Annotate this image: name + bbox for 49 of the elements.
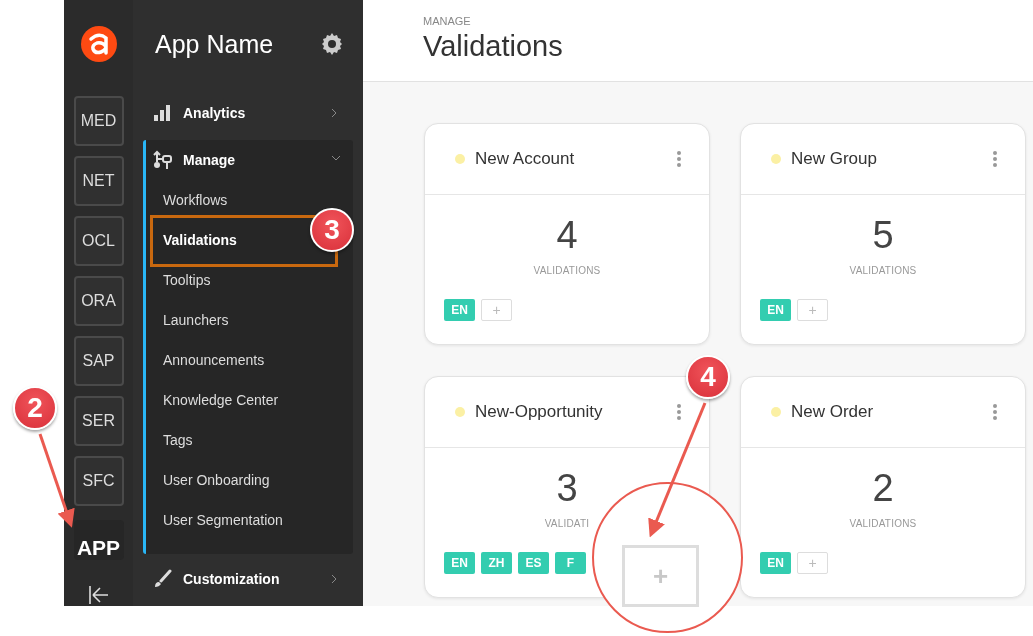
rail-item[interactable]: OCL [73, 216, 124, 266]
more-icon[interactable] [677, 151, 681, 167]
rail-item[interactable]: APP [73, 520, 124, 560]
status-dot [455, 407, 465, 417]
rail-item[interactable]: MED [73, 96, 124, 146]
rail-item[interactable]: NET [73, 156, 124, 206]
nav-item[interactable]: User Onboarding [163, 472, 270, 488]
more-icon[interactable] [677, 404, 681, 420]
card-title: New-Opportunity [475, 402, 604, 422]
count-label: VALIDATIONS [533, 265, 601, 276]
app-title: App Name [155, 29, 274, 59]
card-title: New Order [791, 402, 875, 422]
count-label: VALIDATIONS [849, 265, 917, 276]
rail-item[interactable]: SAP [73, 336, 124, 386]
rail-item[interactable]: SFC [73, 456, 124, 506]
card-title: New Group [791, 149, 878, 169]
validation-count: 2 [872, 466, 894, 510]
validation-count: 4 [556, 213, 578, 257]
rail-item[interactable]: ORA [73, 276, 124, 326]
breadcrumb: MANAGE [423, 15, 472, 27]
status-dot [771, 407, 781, 417]
logo-icon [80, 26, 117, 62]
count-label: VALIDATIONS [849, 518, 917, 529]
collapse-icon[interactable] [87, 584, 110, 606]
nav-item[interactable]: Validations [163, 232, 237, 248]
nav-item[interactable]: Launchers [163, 312, 229, 328]
status-dot [455, 154, 465, 164]
more-icon[interactable] [993, 151, 997, 167]
more-icon[interactable] [993, 404, 997, 420]
rail-item[interactable]: SER [73, 396, 124, 446]
nav-item[interactable]: User Segmentation [163, 512, 283, 528]
brush-icon [153, 569, 173, 589]
bar-chart-icon [153, 103, 173, 123]
settings-icon[interactable] [321, 32, 343, 56]
nav-item[interactable]: Tags [163, 432, 193, 448]
card-title: New Account [475, 149, 576, 169]
count-label: VALIDATI [544, 518, 590, 529]
status-dot [771, 154, 781, 164]
nav-item[interactable]: Knowledge Center [163, 392, 279, 408]
flow-icon [153, 150, 173, 170]
nav-section[interactable]: Manage [183, 152, 331, 168]
validation-count: 3 [556, 466, 578, 510]
nav-item[interactable]: Announcements [163, 352, 265, 368]
page-title: Validations [423, 30, 564, 63]
nav-section[interactable]: Customization [183, 571, 331, 587]
nav-item[interactable]: Workflows [163, 192, 228, 208]
validation-count: 5 [872, 213, 894, 257]
nav-section[interactable]: Analytics [183, 105, 331, 121]
nav-item[interactable]: Tooltips [163, 272, 211, 288]
